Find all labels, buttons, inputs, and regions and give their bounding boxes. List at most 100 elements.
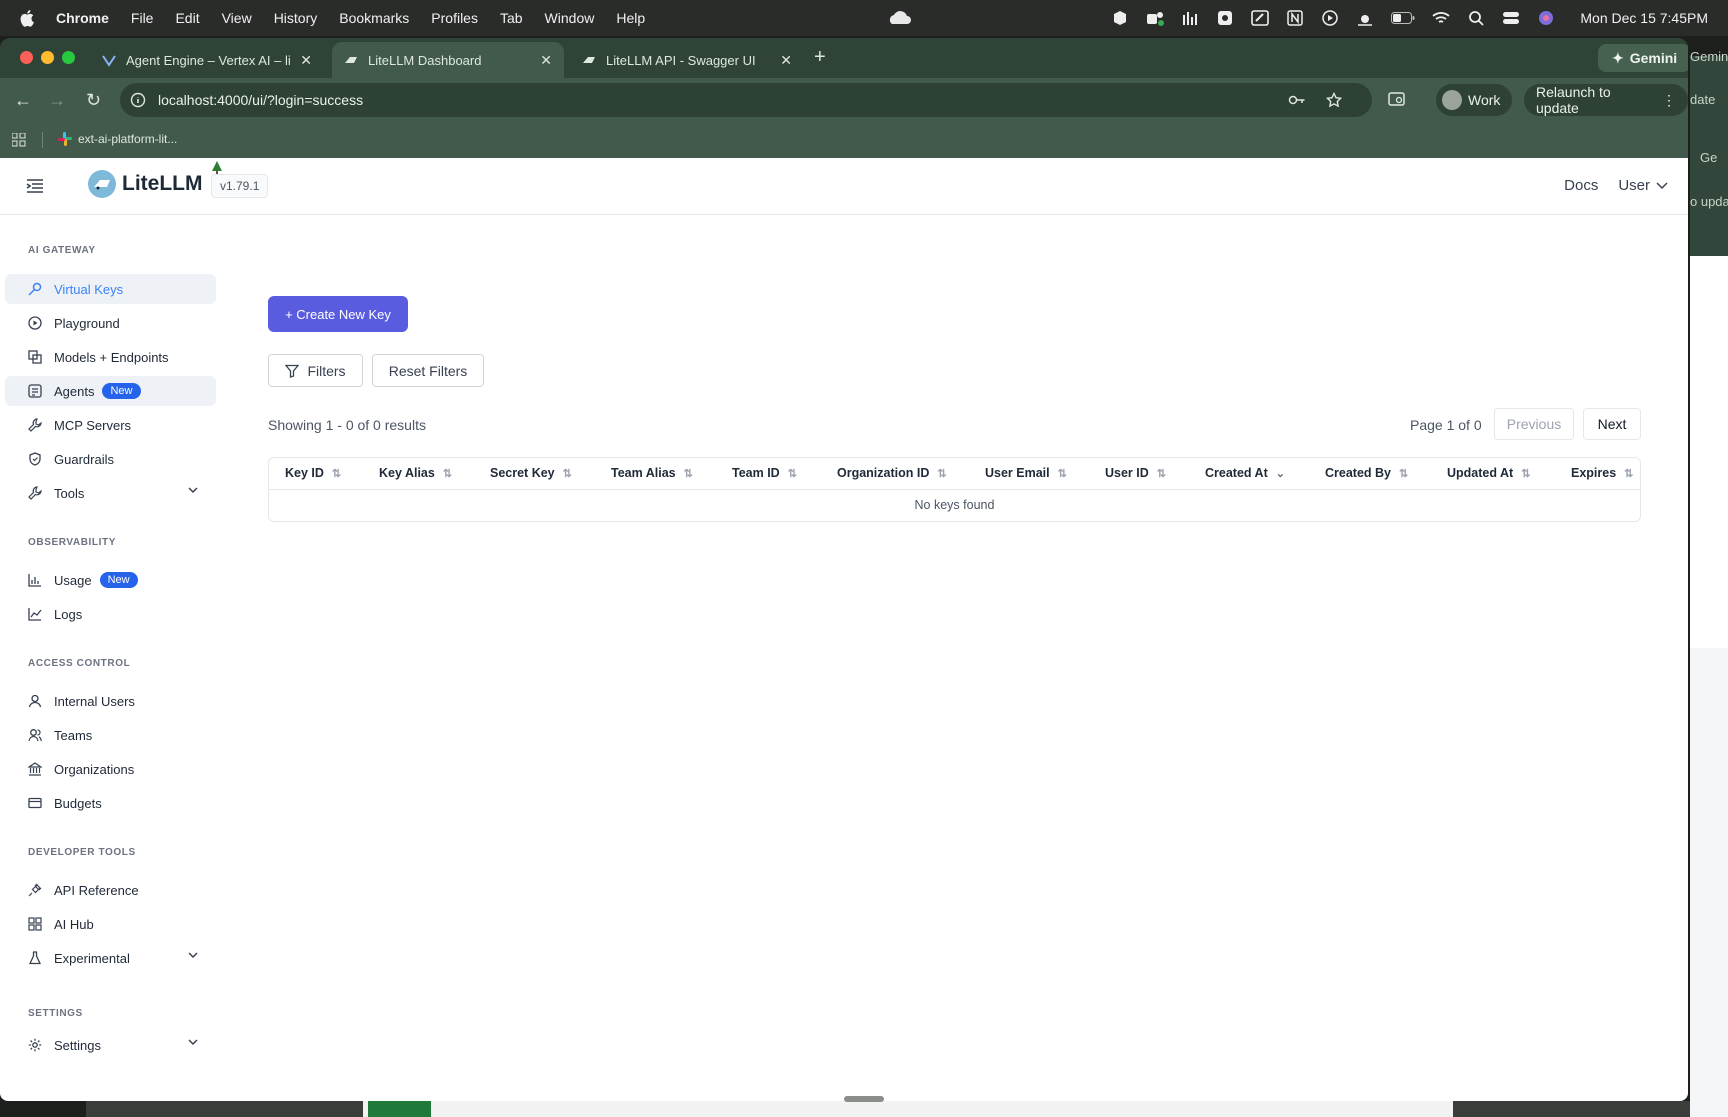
column-header-expires[interactable]: Expires ⇅: [1571, 466, 1633, 480]
sidebar-item-tools[interactable]: Tools: [5, 478, 216, 508]
sort-icon[interactable]: ⇅: [1624, 467, 1633, 480]
sidebar-item-guardrails[interactable]: Guardrails: [5, 444, 216, 474]
wifi-icon[interactable]: [1432, 10, 1450, 26]
column-header-team-id[interactable]: Team ID ⇅: [732, 466, 797, 480]
tab-search-icon[interactable]: [1388, 91, 1406, 107]
column-header-key-id[interactable]: Key ID ⇅: [285, 466, 341, 480]
notion-icon[interactable]: [1286, 10, 1304, 26]
close-tab-icon[interactable]: ✕: [780, 52, 792, 69]
column-header-created-at[interactable]: Created At ⌄: [1205, 466, 1285, 480]
menu-tab[interactable]: Tab: [500, 10, 523, 26]
site-info-icon[interactable]: [130, 92, 146, 108]
sort-icon[interactable]: ⇅: [937, 467, 946, 480]
sort-icon[interactable]: ⇅: [1157, 467, 1166, 480]
menu-bookmarks[interactable]: Bookmarks: [339, 10, 409, 26]
reset-filters-button[interactable]: Reset Filters: [372, 354, 484, 387]
column-header-key-alias[interactable]: Key Alias ⇅: [379, 466, 452, 480]
profile-button[interactable]: Work: [1436, 84, 1513, 116]
apple-icon[interactable]: [20, 9, 36, 27]
menu-app-name[interactable]: Chrome: [56, 10, 109, 26]
address-bar[interactable]: localhost:4000/ui/?login=success: [120, 83, 1372, 117]
reload-icon[interactable]: ↻: [86, 90, 101, 111]
menu-profiles[interactable]: Profiles: [431, 10, 478, 26]
apps-grid-icon[interactable]: [12, 133, 26, 147]
edit-box-icon[interactable]: [1251, 10, 1270, 26]
column-header-updated-at[interactable]: Updated At ⇅: [1447, 466, 1530, 480]
sort-descending-icon[interactable]: ⌄: [1276, 467, 1285, 480]
sort-icon[interactable]: ⇅: [1399, 467, 1408, 480]
tab-swagger-ui[interactable]: LiteLLM API - Swagger UI ✕: [570, 42, 804, 78]
siri-icon[interactable]: [1537, 10, 1555, 26]
weather-icon[interactable]: [1356, 10, 1374, 26]
sidebar-item-mcp-servers[interactable]: MCP Servers: [5, 410, 216, 440]
more-vertical-icon[interactable]: ⋮: [1662, 92, 1676, 109]
column-header-team-alias[interactable]: Team Alias ⇅: [611, 466, 693, 480]
previous-page-button[interactable]: Previous: [1494, 408, 1574, 440]
sort-icon[interactable]: ⇅: [788, 467, 797, 480]
tab-litellm-dashboard[interactable]: LiteLLM Dashboard ✕: [332, 42, 564, 78]
play-circle-icon[interactable]: [1321, 10, 1339, 26]
sort-icon[interactable]: ⇅: [443, 467, 452, 480]
filters-button[interactable]: Filters: [268, 354, 363, 387]
menu-history[interactable]: History: [274, 10, 318, 26]
teams-icon[interactable]: [1146, 10, 1165, 26]
zoom-window-button[interactable]: [62, 51, 75, 64]
control-center-icon[interactable]: [1502, 10, 1520, 26]
column-header-user-email[interactable]: User Email ⇅: [985, 466, 1067, 480]
close-window-button[interactable]: [20, 51, 33, 64]
menu-toggle-icon[interactable]: [26, 178, 44, 194]
window-resize-handle[interactable]: [844, 1096, 884, 1102]
tab-vertex-ai[interactable]: Agent Engine – Vertex AI – lit ✕: [90, 42, 324, 78]
sort-icon[interactable]: ⇅: [684, 467, 693, 480]
close-tab-icon[interactable]: ✕: [540, 52, 552, 69]
gemini-button[interactable]: ✦ Gemini: [1598, 44, 1688, 72]
forward-arrow-icon[interactable]: →: [48, 90, 66, 111]
bookmark-item[interactable]: ext-ai-platform-lit...: [58, 132, 177, 146]
sidebar-item-api-reference[interactable]: API Reference: [5, 875, 216, 905]
sidebar-item-ai-hub[interactable]: AI Hub: [5, 909, 216, 939]
sort-icon[interactable]: ⇅: [1058, 467, 1067, 480]
sidebar-item-budgets[interactable]: Budgets: [5, 788, 216, 818]
sidebar-item-virtual-keys[interactable]: Virtual Keys: [5, 274, 216, 304]
sidebar-item-teams[interactable]: Teams: [5, 720, 216, 750]
column-header-user-id[interactable]: User ID ⇅: [1105, 466, 1166, 480]
column-header-organization-id[interactable]: Organization ID ⇅: [837, 466, 947, 480]
sort-icon[interactable]: ⇅: [1521, 467, 1530, 480]
user-menu[interactable]: User: [1618, 177, 1668, 194]
gear-badge-icon[interactable]: [1216, 10, 1234, 26]
bookmark-star-icon[interactable]: [1326, 92, 1342, 108]
column-header-secret-key[interactable]: Secret Key ⇅: [490, 466, 572, 480]
sort-icon[interactable]: ⇅: [563, 467, 572, 480]
sidebar-item-organizations[interactable]: Organizations: [5, 754, 216, 784]
litellm-logo[interactable]: LiteLLM: [88, 170, 202, 198]
sort-icon[interactable]: ⇅: [332, 467, 341, 480]
docs-link[interactable]: Docs: [1564, 177, 1598, 194]
create-new-key-button[interactable]: + Create New Key: [268, 296, 408, 332]
sidebar-item-experimental[interactable]: Experimental: [5, 943, 216, 973]
clock[interactable]: Mon Dec 15 7:45PM: [1580, 10, 1708, 26]
sidebar-item-logs[interactable]: Logs: [5, 599, 216, 629]
sidebar-item-internal-users[interactable]: Internal Users: [5, 686, 216, 716]
minimize-window-button[interactable]: [41, 51, 54, 64]
sidebar-item-usage[interactable]: Usage New: [5, 565, 216, 595]
bar-graph-icon[interactable]: [1181, 10, 1199, 26]
new-tab-button[interactable]: +: [814, 46, 826, 69]
sidebar-item-playground[interactable]: Playground: [5, 308, 216, 338]
column-header-created-by[interactable]: Created By ⇅: [1325, 466, 1408, 480]
cloud-icon[interactable]: [886, 10, 912, 26]
box-icon[interactable]: [1111, 10, 1129, 26]
menu-window[interactable]: Window: [545, 10, 595, 26]
battery-icon[interactable]: [1391, 10, 1415, 26]
close-tab-icon[interactable]: ✕: [300, 52, 312, 69]
sidebar-item-models-endpoints[interactable]: Models + Endpoints: [5, 342, 216, 372]
search-icon[interactable]: [1467, 10, 1485, 26]
password-key-icon[interactable]: [1288, 92, 1306, 108]
menu-file[interactable]: File: [131, 10, 154, 26]
next-page-button[interactable]: Next: [1583, 408, 1641, 440]
sidebar-item-settings[interactable]: Settings: [5, 1030, 216, 1060]
menu-edit[interactable]: Edit: [175, 10, 199, 26]
back-arrow-icon[interactable]: ←: [14, 90, 32, 111]
menu-help[interactable]: Help: [616, 10, 645, 26]
sidebar-item-agents[interactable]: Agents New: [5, 376, 216, 406]
menu-view[interactable]: View: [222, 10, 252, 26]
